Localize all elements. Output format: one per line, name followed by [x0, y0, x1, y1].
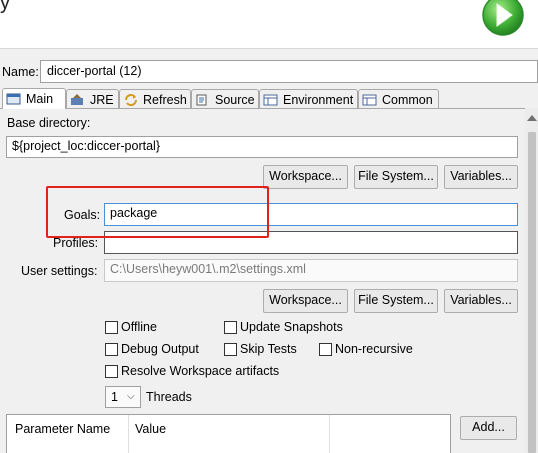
skip-tests-label: Skip Tests [240, 342, 297, 356]
scroll-up-arrow-icon[interactable] [527, 115, 537, 121]
user-settings-label: User settings: [21, 264, 98, 278]
offline-checkbox-box[interactable] [105, 320, 118, 334]
common-icon [362, 94, 377, 105]
tab-refresh[interactable]: Refresh [119, 89, 191, 109]
red-highlight-box [46, 186, 269, 238]
non-recursive-checkbox[interactable]: Non-recursive [319, 342, 413, 356]
run-play-icon [482, 0, 524, 36]
tab-main[interactable]: Main [2, 88, 66, 109]
main-tab-icon [6, 93, 21, 105]
dialog-header: y [0, 0, 538, 48]
table-header-value: Value [135, 422, 167, 436]
scrollbar-thumb[interactable] [528, 132, 536, 453]
tab-jre[interactable]: JRE [66, 89, 119, 109]
skip-tests-checkbox[interactable]: Skip Tests [224, 342, 297, 356]
tab-source-label: Source [215, 92, 255, 107]
file-system-button-2[interactable]: File System... [354, 289, 438, 313]
chevron-down-icon: ⌵ [127, 391, 135, 402]
debug-output-checkbox[interactable]: Debug Output [105, 342, 199, 356]
tab-refresh-label: Refresh [143, 92, 187, 107]
add-parameter-button[interactable]: Add... [460, 416, 517, 440]
source-icon [196, 94, 207, 105]
resolve-workspace-checkbox-box[interactable] [105, 364, 118, 378]
update-snapshots-label: Update Snapshots [240, 320, 343, 334]
tab-source[interactable]: Source [191, 89, 259, 109]
tab-jre-label: JRE [90, 92, 114, 107]
dialog-title-fragment: y [0, 0, 10, 14]
tab-common[interactable]: Common [358, 89, 439, 109]
tab-main-label: Main [26, 92, 54, 106]
update-snapshots-checkbox[interactable]: Update Snapshots [224, 320, 343, 334]
parameters-table[interactable]: Parameter Name Value [6, 414, 451, 453]
non-recursive-label: Non-recursive [335, 342, 413, 356]
workspace-button-2[interactable]: Workspace... [263, 289, 348, 313]
name-label: Name: [2, 65, 39, 79]
resolve-workspace-label: Resolve Workspace artifacts [121, 364, 280, 378]
vertical-scrollbar[interactable] [525, 108, 538, 453]
tab-environment[interactable]: Environment [259, 89, 358, 109]
resolve-workspace-checkbox[interactable]: Resolve Workspace artifacts [105, 364, 279, 378]
non-recursive-checkbox-box[interactable] [319, 342, 332, 356]
offline-checkbox[interactable]: Offline [105, 320, 157, 334]
file-system-button[interactable]: File System... [354, 165, 438, 189]
environment-icon [263, 94, 278, 105]
name-field[interactable]: diccer-portal (12) [40, 60, 538, 83]
threads-value: 1 [111, 390, 118, 404]
name-row: Name: diccer-portal (12) [0, 48, 538, 90]
column-divider [128, 415, 129, 453]
tab-bar: Main JRE Refresh Source Environment Comm… [0, 88, 538, 109]
workspace-button[interactable]: Workspace... [263, 165, 348, 189]
debug-output-checkbox-box[interactable] [105, 342, 118, 356]
base-directory-label: Base directory: [7, 116, 91, 130]
user-settings-field: C:\Users\heyw001\.m2\settings.xml [104, 259, 518, 282]
tab-environment-label: Environment [283, 92, 354, 107]
debug-output-label: Debug Output [121, 342, 199, 356]
threads-label: Threads [146, 390, 192, 404]
table-header-parameter-name: Parameter Name [15, 422, 111, 436]
update-snapshots-checkbox-box[interactable] [224, 320, 237, 334]
skip-tests-checkbox-box[interactable] [224, 342, 237, 356]
jre-icon [71, 93, 83, 105]
offline-label: Offline [121, 320, 157, 334]
threads-select[interactable]: 1 ⌵ [105, 386, 141, 408]
refresh-icon [125, 93, 137, 106]
profiles-label: Profiles: [53, 236, 99, 250]
variables-button[interactable]: Variables... [444, 165, 518, 189]
tab-common-label: Common [382, 92, 433, 107]
base-directory-field[interactable]: ${project_loc:diccer-portal} [6, 136, 518, 158]
column-divider [329, 415, 330, 453]
variables-button-2[interactable]: Variables... [444, 289, 518, 313]
